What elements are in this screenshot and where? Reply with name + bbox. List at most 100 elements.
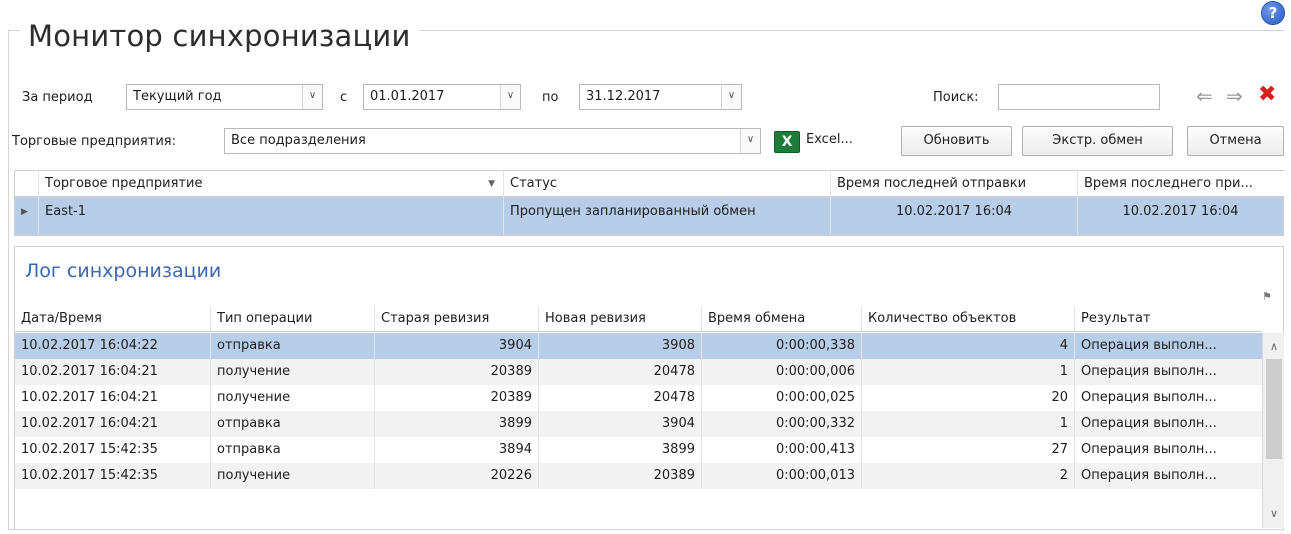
chevron-down-icon[interactable]: ∨ [740,129,760,153]
cell-old-revision: 3899 [375,411,539,437]
cell-operation: отправка [211,411,375,437]
refresh-button[interactable]: Обновить [901,126,1012,156]
cell-object-count: 20 [862,385,1075,411]
from-date-picker[interactable]: 01.01.2017 ∨ [363,84,521,110]
table-row[interactable]: ▶ East-1 Пропущен запланированный обмен … [15,197,1283,235]
enterprise-label: Торговые предприятия: [12,134,176,149]
cell-result: Операция выполн... [1081,416,1217,431]
column-header-last-send[interactable]: Время последней отправки [831,171,1078,197]
arrow-right-icon[interactable]: ⇒ [1226,86,1243,106]
from-date-value: 01.01.2017 [370,89,445,104]
to-date-picker[interactable]: 31.12.2017 ∨ [579,84,742,110]
cell-last-receive: 10.02.2017 16:04 [1122,204,1239,219]
pin-icon[interactable]: ⚑ [1262,290,1272,303]
cell-new-revision: 3908 [539,333,702,359]
chevron-up-icon[interactable]: ∧ [1263,337,1285,357]
enterprise-value: Все подразделения [231,133,366,148]
log-title: Лог синхронизации [25,260,222,282]
cell-old-revision: 20389 [375,359,539,385]
to-label: по [542,90,559,105]
column-header-old-revision[interactable]: Старая ревизия [375,306,539,332]
cell-last-send: 10.02.2017 16:04 [831,197,1078,235]
cell-datetime: 10.02.2017 15:42:35 [15,437,211,463]
cell-datetime: 10.02.2017 16:04:21 [15,411,211,437]
cell-operation: отправка [211,333,375,359]
cell-exchange-time: 0:00:00,025 [702,385,862,411]
cell-old-revision: 3904 [375,333,539,359]
help-icon[interactable]: ? [1262,2,1284,24]
column-header-datetime[interactable]: Дата/Время [15,306,211,332]
cancel-button[interactable]: Отмена [1187,126,1284,156]
chevron-down-icon[interactable]: ∨ [721,85,741,109]
from-label: с [340,90,348,105]
log-table: Дата/Время Тип операции Старая ревизия Н… [15,306,1262,530]
column-header-enterprise[interactable]: Торговое предприятие ▼ [39,171,504,197]
arrow-left-icon[interactable]: ⇐ [1196,86,1213,106]
cell-object-count: 4 [862,333,1075,359]
cell-result: Операция выполн... [1081,390,1217,405]
stores-table-header: Торговое предприятие ▼ Статус Время посл… [15,171,1285,197]
column-header-new-revision[interactable]: Новая ревизия [539,306,702,332]
cell-datetime: 10.02.2017 16:04:21 [15,385,211,411]
cell-new-revision: 20478 [539,359,702,385]
period-label: За период [22,90,93,105]
search-input[interactable] [998,84,1160,110]
cell-datetime: 10.02.2017 16:04:21 [15,359,211,385]
cell-object-count: 1 [862,359,1075,385]
to-date-value: 31.12.2017 [586,89,661,104]
cell-datetime: 10.02.2017 15:42:35 [15,463,211,489]
cell-result: Операция выполн... [1081,338,1217,353]
cell-operation: получение [211,385,375,411]
close-icon[interactable]: ✖ [1258,84,1276,106]
chevron-down-icon[interactable]: ∨ [302,85,322,109]
cell-new-revision: 3904 [539,411,702,437]
period-value: Текущий год [133,89,222,104]
cell-new-revision: 20478 [539,385,702,411]
cell-exchange-time: 0:00:00,006 [702,359,862,385]
cell-status: Пропущен запланированный обмен [504,197,831,235]
cell-result: Операция выполн... [1081,442,1217,457]
cell-operation: получение [211,463,375,489]
cell-object-count: 1 [862,411,1075,437]
log-scrollbar[interactable]: ∧ ∨ [1262,333,1284,528]
log-table-header: Дата/Время Тип операции Старая ревизия Н… [15,306,1262,332]
column-header-result[interactable]: Результат [1075,306,1262,332]
period-select[interactable]: Текущий год ∨ [126,84,323,110]
cell-new-revision: 3899 [539,437,702,463]
column-header-last-receive[interactable]: Время последнего при... [1078,171,1285,197]
table-row[interactable]: 10.02.2017 16:04:21 получение 20389 2047… [15,385,1262,411]
table-row[interactable]: 10.02.2017 15:42:35 получение 20226 2038… [15,463,1262,489]
excel-button[interactable]: Excel... [806,126,890,156]
cell-old-revision: 20389 [375,385,539,411]
excel-icon[interactable]: X [774,131,800,153]
cell-exchange-time: 0:00:00,413 [702,437,862,463]
column-header-operation[interactable]: Тип операции [211,306,375,332]
search-label: Поиск: [933,90,979,105]
cell-operation: получение [211,359,375,385]
cell-enterprise: East-1 [39,197,504,235]
cell-object-count: 27 [862,437,1075,463]
table-row[interactable]: 10.02.2017 16:04:21 отправка 3899 3904 0… [15,411,1262,437]
column-header-status[interactable]: Статус [504,171,831,197]
table-row[interactable]: 10.02.2017 15:42:35 отправка 3894 3899 0… [15,437,1262,463]
cell-operation: отправка [211,437,375,463]
cell-old-revision: 20226 [375,463,539,489]
table-row[interactable]: 10.02.2017 16:04:22 отправка 3904 3908 0… [15,333,1262,359]
column-header-exchange-time[interactable]: Время обмена [702,306,862,332]
table-row[interactable]: 10.02.2017 16:04:21 получение 20389 2047… [15,359,1262,385]
chevron-down-icon[interactable]: ∨ [500,85,520,109]
cell-old-revision: 3894 [375,437,539,463]
cell-result: Операция выполн... [1081,468,1217,483]
chevron-down-icon[interactable]: ∨ [1263,504,1285,524]
extra-exchange-button[interactable]: Экстр. обмен [1022,126,1173,156]
sort-desc-icon[interactable]: ▼ [488,171,495,196]
enterprise-select[interactable]: Все подразделения ∨ [224,128,761,154]
column-header-object-count[interactable]: Количество объектов [862,306,1075,332]
cell-object-count: 2 [862,463,1075,489]
row-pointer-icon: ▶ [15,197,39,235]
scrollbar-thumb[interactable] [1266,359,1282,459]
row-indicator-header [15,171,39,197]
window-title: Монитор синхронизации [20,18,419,54]
cell-result: Операция выполн... [1081,364,1217,379]
cell-new-revision: 20389 [539,463,702,489]
